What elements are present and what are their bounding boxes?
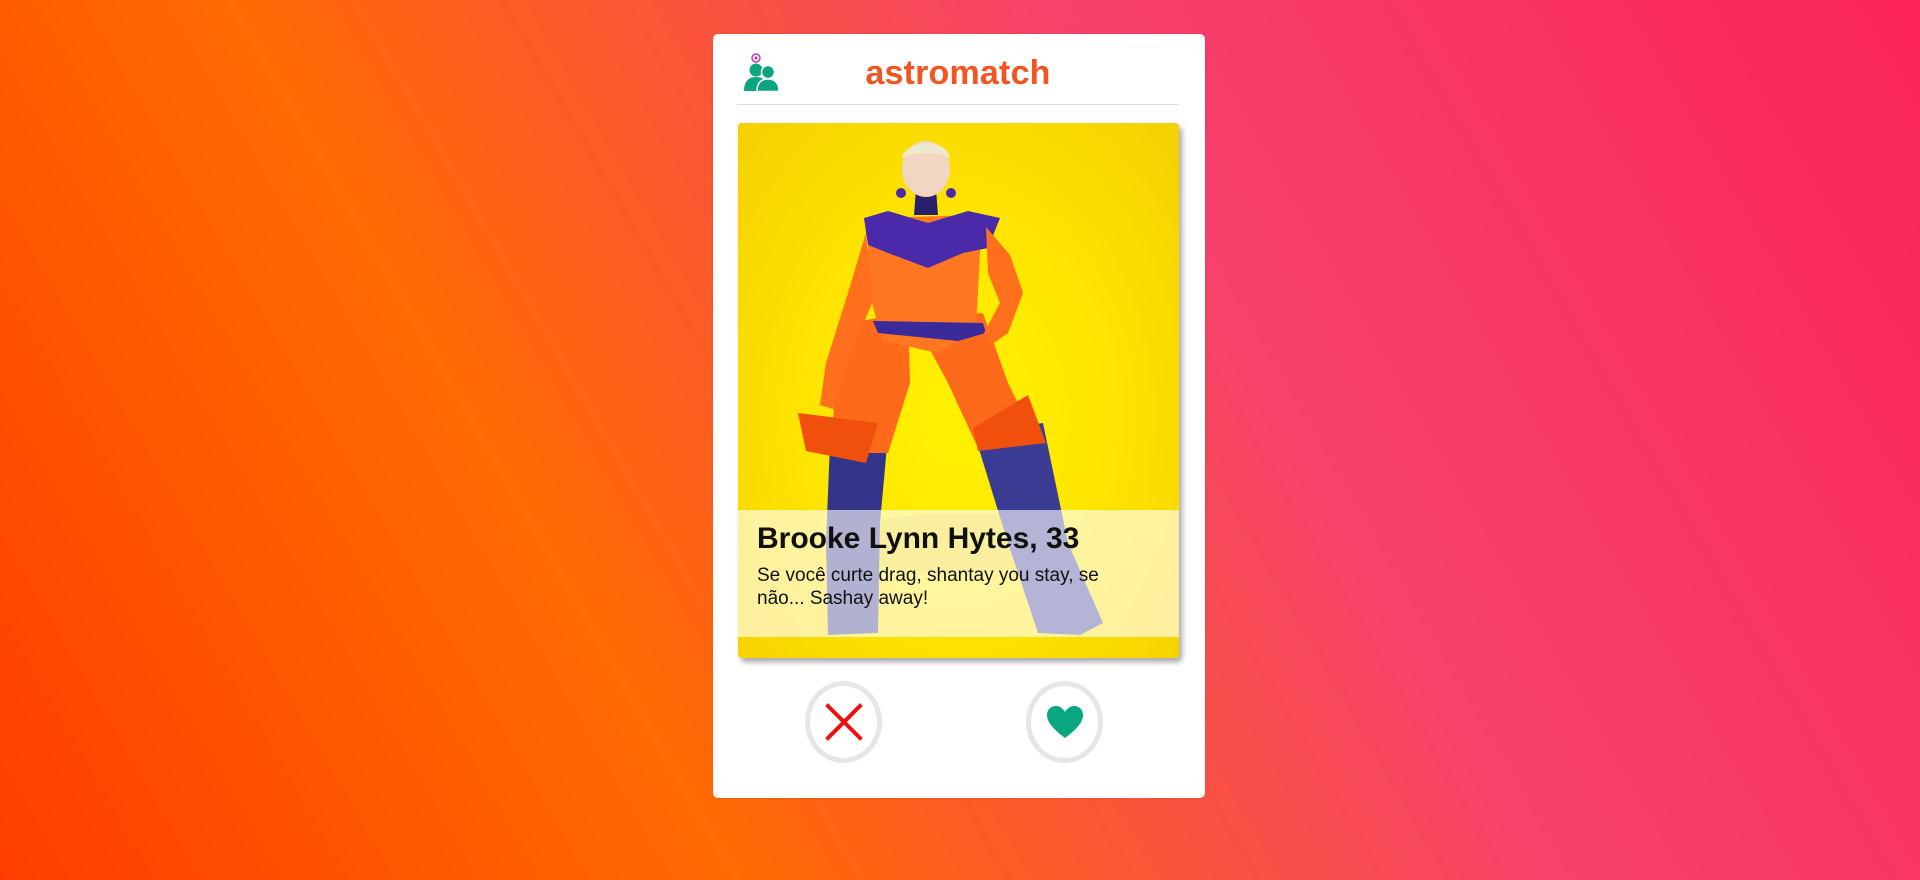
reject-button[interactable] <box>805 681 882 763</box>
profile-card[interactable]: Brooke Lynn Hytes, 33 Se você curte drag… <box>738 123 1179 658</box>
close-icon <box>824 703 863 741</box>
like-button[interactable] <box>1026 681 1103 763</box>
header: astromatch <box>737 34 1179 105</box>
app-title: astromatch <box>865 54 1051 92</box>
profile-info: Brooke Lynn Hytes, 33 Se você curte drag… <box>738 510 1179 637</box>
app-container: astromatch Brooke Lynn Hytes, 33 Se você… <box>713 34 1205 798</box>
profile-name: Brooke Lynn Hytes, 33 <box>757 522 1080 555</box>
profile-bio: Se você curte drag, shantay you stay, se… <box>757 565 1099 609</box>
heart-icon <box>1046 706 1083 738</box>
